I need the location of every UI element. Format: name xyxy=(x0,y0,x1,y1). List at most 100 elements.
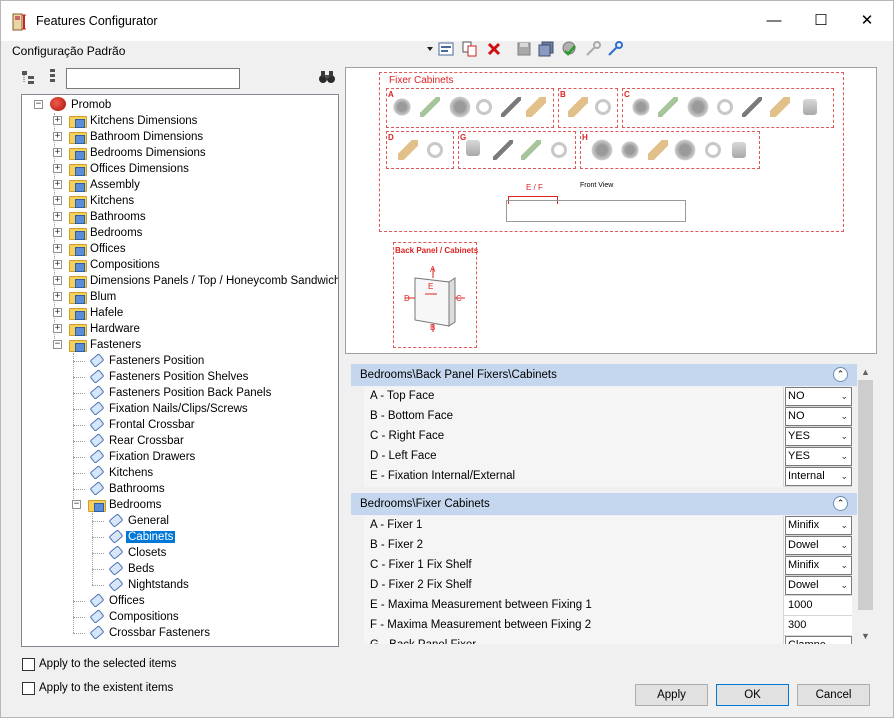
tree-node-bedroom[interactable]: Beds xyxy=(107,561,156,577)
tree-node-folder[interactable]: Kitchens Dimensions xyxy=(69,113,199,129)
tree-node-folder[interactable]: Bedrooms xyxy=(69,225,144,241)
chevron-down-icon[interactable]: ⌄ xyxy=(840,577,848,594)
expand-icon[interactable]: + xyxy=(53,244,62,253)
property-value-dropdown[interactable]: NO ⌄ xyxy=(785,407,852,426)
minimize-button[interactable]: — xyxy=(751,7,797,35)
chevron-down-icon[interactable]: ⌄ xyxy=(840,428,848,445)
scroll-thumb[interactable] xyxy=(858,380,873,610)
scroll-down-icon[interactable]: ▼ xyxy=(857,628,874,644)
collapse-section-icon[interactable]: ⌃ xyxy=(833,496,848,511)
expand-icon[interactable]: + xyxy=(53,212,62,221)
property-value-dropdown[interactable]: NO ⌄ xyxy=(785,387,852,406)
tree-node-promob[interactable]: Promob xyxy=(50,97,113,113)
collapse-icon[interactable]: − xyxy=(34,100,43,109)
tree-node-fastener[interactable]: Offices xyxy=(88,593,147,609)
tree-node-folder[interactable]: Kitchens xyxy=(69,193,136,209)
collapse-tree-icon[interactable] xyxy=(48,69,58,85)
tree-node-folder[interactable]: Offices Dimensions xyxy=(69,161,191,177)
tree-node-fastener[interactable]: Fixation Nails/Clips/Screws xyxy=(88,401,250,417)
chevron-down-icon[interactable]: ⌄ xyxy=(840,408,848,425)
expand-icon[interactable]: + xyxy=(53,276,62,285)
expand-icon[interactable]: + xyxy=(53,132,62,141)
tree-node-fastener[interactable]: Rear Crossbar xyxy=(88,433,186,449)
tree-node-fastener[interactable]: Fixation Drawers xyxy=(88,449,197,465)
property-row[interactable]: D - Fixer 2 Fix Shelf Dowel ⌄ xyxy=(364,576,852,596)
property-value-dropdown[interactable]: Internal ⌄ xyxy=(785,467,852,486)
cancel-button[interactable]: Cancel xyxy=(797,684,870,706)
expand-icon[interactable]: + xyxy=(53,260,62,269)
maximize-button[interactable]: ☐ xyxy=(798,7,844,35)
properties-icon[interactable] xyxy=(437,40,455,58)
tree-node-folder[interactable]: Assembly xyxy=(69,177,142,193)
tree-node-folder[interactable]: Offices xyxy=(69,241,128,257)
chevron-down-icon[interactable]: ⌄ xyxy=(840,537,848,554)
tree-node-folder[interactable]: Bathrooms xyxy=(69,209,148,225)
features-tree[interactable]: Promob − Kitchens Dimensions + Bathroom Dime… xyxy=(21,94,339,647)
expand-icon[interactable]: + xyxy=(53,164,62,173)
collapse-icon[interactable]: − xyxy=(72,500,81,509)
tree-node-fastener[interactable]: Fasteners Position xyxy=(88,353,206,369)
property-value-field[interactable]: 1000 xyxy=(785,596,852,616)
chevron-down-icon[interactable]: ⌄ xyxy=(840,557,848,574)
chevron-down-icon[interactable]: ⌄ xyxy=(840,448,848,465)
expand-icon[interactable]: + xyxy=(53,228,62,237)
save-icon[interactable] xyxy=(515,40,533,58)
property-value-dropdown[interactable]: Minifix ⌄ xyxy=(785,516,852,535)
expand-icon[interactable]: + xyxy=(53,292,62,301)
expand-icon[interactable]: + xyxy=(53,324,62,333)
tree-node-folder[interactable]: Hardware xyxy=(69,321,142,337)
chevron-down-icon[interactable]: ⌄ xyxy=(840,468,848,485)
property-value-dropdown[interactable]: YES ⌄ xyxy=(785,427,852,446)
chevron-down-icon[interactable]: ⌄ xyxy=(840,637,848,644)
category-header[interactable]: Bedrooms\Back Panel Fixers\Cabinets ⌃ xyxy=(351,364,857,386)
tree-node-fastener[interactable]: Crossbar Fasteners xyxy=(88,625,212,641)
apply-selected-checkbox[interactable] xyxy=(22,658,35,671)
property-row[interactable]: C - Right Face YES ⌄ xyxy=(364,427,852,447)
tree-node-folder[interactable]: Hafele xyxy=(69,305,125,321)
chevron-down-icon[interactable]: ⌄ xyxy=(840,517,848,534)
expand-icon[interactable]: + xyxy=(53,180,62,189)
property-row[interactable]: A - Top Face NO ⌄ xyxy=(364,387,852,407)
property-row[interactable]: A - Fixer 1 Minifix ⌄ xyxy=(364,516,852,536)
property-value-dropdown[interactable]: YES ⌄ xyxy=(785,447,852,466)
delete-icon[interactable] xyxy=(485,40,503,58)
expand-icon[interactable]: + xyxy=(53,116,62,125)
tree-node-selected[interactable]: Cabinets xyxy=(107,529,177,545)
property-row[interactable]: G - Back Panel Fixer Clampe ⌄ xyxy=(364,636,852,644)
tree-node-fastener[interactable]: Frontal Crossbar xyxy=(88,417,197,433)
expand-icon[interactable]: + xyxy=(53,148,62,157)
binoculars-icon[interactable] xyxy=(319,70,335,84)
property-value-dropdown[interactable]: Dowel ⌄ xyxy=(785,576,852,595)
apply-existent-checkbox[interactable] xyxy=(22,682,35,695)
search-input[interactable] xyxy=(66,68,240,89)
dropdown-arrow-icon[interactable] xyxy=(425,40,435,58)
scroll-up-icon[interactable]: ▲ xyxy=(857,364,874,380)
tree-node-folder[interactable]: Dimensions Panels / Top / Honeycomb Sand… xyxy=(69,273,338,289)
save-all-icon[interactable] xyxy=(537,40,555,58)
property-row[interactable]: B - Fixer 2 Dowel ⌄ xyxy=(364,536,852,556)
tree-node-fastener[interactable]: Fasteners Position Shelves xyxy=(88,369,250,385)
chevron-down-icon[interactable]: ⌄ xyxy=(840,388,848,405)
tree-node-bedroom[interactable]: Nightstands xyxy=(107,577,191,593)
expand-tree-icon[interactable] xyxy=(22,71,36,85)
property-value-dropdown[interactable]: Minifix ⌄ xyxy=(785,556,852,575)
property-grid-scrollbar[interactable]: ▲ ▼ xyxy=(857,364,874,644)
tree-node-bedroom[interactable]: General xyxy=(107,513,171,529)
property-value-dropdown[interactable]: Clampe ⌄ xyxy=(785,636,852,644)
tree-node-fastener[interactable]: Kitchens xyxy=(88,465,155,481)
property-row[interactable]: F - Maxima Measurement between Fixing 23… xyxy=(364,616,852,636)
property-value-field[interactable]: 300 xyxy=(785,616,852,636)
tree-node-fastener[interactable]: Bedrooms xyxy=(88,497,163,513)
tree-node-bedroom[interactable]: Closets xyxy=(107,545,168,561)
apply-button[interactable]: Apply xyxy=(635,684,708,706)
tree-node-folder[interactable]: Bathroom Dimensions xyxy=(69,129,205,145)
property-row[interactable]: B - Bottom Face NO ⌄ xyxy=(364,407,852,427)
key-blue-icon[interactable] xyxy=(606,40,624,58)
tree-node-folder[interactable]: Bedrooms Dimensions xyxy=(69,145,208,161)
key-gray-icon[interactable] xyxy=(584,40,602,58)
tree-node-fastener[interactable]: Compositions xyxy=(88,609,181,625)
collapse-icon[interactable]: − xyxy=(53,340,62,349)
property-row[interactable]: C - Fixer 1 Fix Shelf Minifix ⌄ xyxy=(364,556,852,576)
tree-node-folder[interactable]: Fasteners xyxy=(69,337,143,353)
tree-node-fastener[interactable]: Fasteners Position Back Panels xyxy=(88,385,273,401)
